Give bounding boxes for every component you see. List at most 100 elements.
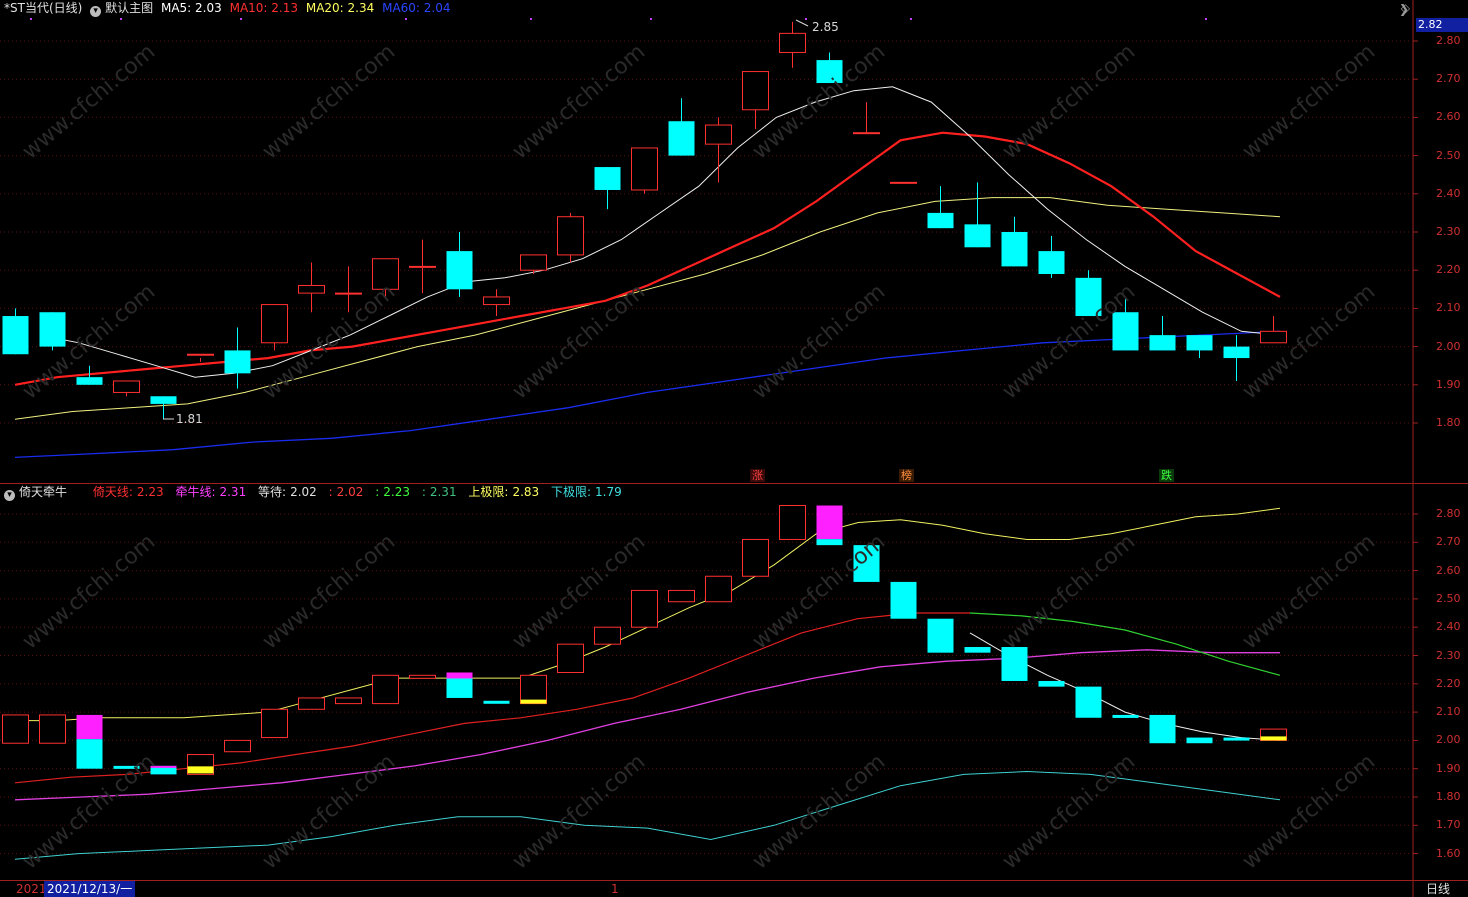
ma60-line (14, 330, 1281, 459)
candle-body-up (742, 71, 769, 111)
high-price-label: 2.85 (812, 20, 839, 34)
candle-body-down (594, 167, 621, 190)
last-price-badge: 2.82 (1416, 18, 1468, 32)
month-marker: 1 (611, 882, 619, 896)
sub-box-down (483, 700, 510, 704)
sub-box-down (964, 647, 991, 653)
yitian-line (14, 612, 970, 784)
sub-y-tick-label: 2.50 (1436, 591, 1461, 605)
watermark: www.cfchi.com (18, 39, 160, 164)
template-label[interactable]: 默认主图 (105, 1, 153, 15)
lower-limit-label: 下极限: (551, 485, 592, 499)
main-y-tick-label: 2.50 (1436, 148, 1461, 162)
extra-value-3: 2.31 (429, 485, 457, 499)
expand-chevron-icon[interactable]: ❯ (1399, 1, 1409, 18)
sub-box-up (224, 739, 251, 753)
candle-body-down (1186, 335, 1213, 351)
watermark: www.cfchi.com (508, 279, 650, 404)
watermark: www.cfchi.com (1238, 39, 1380, 164)
sub-box-down (1149, 714, 1176, 744)
candle-body-down (927, 212, 954, 229)
candle-body-up (631, 147, 658, 191)
main-y-tick-label: 2.60 (1436, 110, 1461, 124)
candle-body-down (2, 316, 29, 355)
low-price-label: 1.81 (176, 412, 203, 426)
candle-body-up (705, 124, 732, 145)
candle-body-up (113, 380, 140, 393)
sub-box-magenta (76, 714, 103, 740)
rise-tag[interactable]: 涨 (750, 469, 765, 482)
sub-box-down (1186, 737, 1213, 744)
sub-box-up (779, 505, 806, 540)
sub-box-magenta (816, 505, 843, 540)
fall-tag[interactable]: 跌 (1159, 469, 1174, 482)
sub-box-up (409, 674, 436, 679)
chart-canvas: www.cfchi.com www.cfchi.com www.cfchi.com w… (0, 0, 1468, 897)
rank-tag[interactable]: 榜 (899, 469, 914, 482)
sub-y-tick-label: 2.20 (1436, 676, 1461, 690)
main-y-tick-label: 1.90 (1436, 377, 1461, 391)
event-dot (1205, 18, 1207, 20)
event-dot (405, 18, 407, 20)
candle-body-down (39, 312, 66, 347)
sub-box-up (631, 589, 658, 628)
indicator-name[interactable]: 倚天牵牛 (19, 485, 67, 499)
year-label: 2021 (16, 882, 47, 896)
sub-box-up (39, 714, 66, 744)
stock-title: *ST当代(日线) (4, 1, 83, 15)
template-menu-icon[interactable]: ▾ (90, 6, 102, 17)
period-button[interactable]: 日线 (1426, 881, 1450, 897)
candle-body-down (1038, 251, 1065, 275)
sub-box-yellow (1260, 736, 1287, 741)
wait-value: 2.02 (290, 485, 317, 499)
main-y-tick-label: 2.30 (1436, 225, 1461, 238)
high-pointer (795, 19, 809, 27)
sub-y-tick-label: 2.60 (1436, 563, 1461, 577)
sub-header: ▾ 倚天牵牛 倚天线: 2.23 牵牛线: 2.31 等待: 2.02 :2.02 :2… (4, 484, 626, 501)
candle-body-down (76, 377, 103, 385)
sub-y-tick-label: 2.40 (1436, 620, 1461, 634)
sub-box-down (890, 581, 917, 619)
sub-box-down (76, 739, 103, 769)
ma10-label: MA10: 2.13 (229, 1, 299, 15)
sub-box-down (1075, 686, 1102, 718)
sub-box-yellow (520, 699, 547, 704)
indicator-menu-icon[interactable]: ▾ (4, 490, 15, 501)
watermark: www.cfchi.com (508, 39, 650, 164)
candle-body-down (224, 350, 251, 374)
sub-box-down (1038, 680, 1065, 687)
candle-body-up (520, 254, 547, 271)
sub-y-tick-label: 2.80 (1436, 507, 1461, 520)
qianniu-label: 牵牛线: (175, 485, 216, 499)
candle-body-up (779, 32, 806, 53)
event-dot (120, 18, 122, 20)
sub-box-up (594, 626, 621, 645)
candle-body-up (298, 284, 325, 294)
candle-body-up (335, 292, 362, 295)
sub-box-up (298, 697, 325, 710)
sub-box-up (705, 575, 732, 603)
ma5-label: MA5: 2.03 (160, 1, 222, 15)
sub-y-tick-label: 1.80 (1436, 790, 1461, 803)
main-header: *ST当代(日线) ▾ 默认主图 MA5: 2.03 MA10: 2.13 MA2… (4, 0, 455, 17)
extra-value-1: 2.02 (336, 485, 364, 499)
sub-box-up (261, 708, 288, 739)
watermark: www.cfchi.com (998, 39, 1140, 164)
candle-body-up (483, 296, 510, 306)
watermark: www.cfchi.com (258, 529, 400, 654)
candle-body-up (409, 265, 436, 268)
candle-body-up (853, 132, 880, 135)
sub-box-down (927, 618, 954, 653)
main-y-tick-label: 2.80 (1436, 34, 1461, 47)
upper-limit-value: 2.83 (512, 485, 540, 499)
sub-box-up (2, 714, 29, 744)
sub-box-down (816, 539, 843, 546)
sub-box-magenta (446, 672, 473, 679)
main-y-tick-label: 1.80 (1436, 416, 1461, 429)
sub-box-up (372, 674, 399, 705)
wait-label: 等待: (258, 485, 287, 499)
event-dot (240, 18, 242, 20)
watermark: www.cfchi.com (1238, 279, 1380, 404)
yitian-label: 倚天线: (92, 485, 133, 499)
main-y-tick-label: 2.20 (1436, 263, 1461, 277)
